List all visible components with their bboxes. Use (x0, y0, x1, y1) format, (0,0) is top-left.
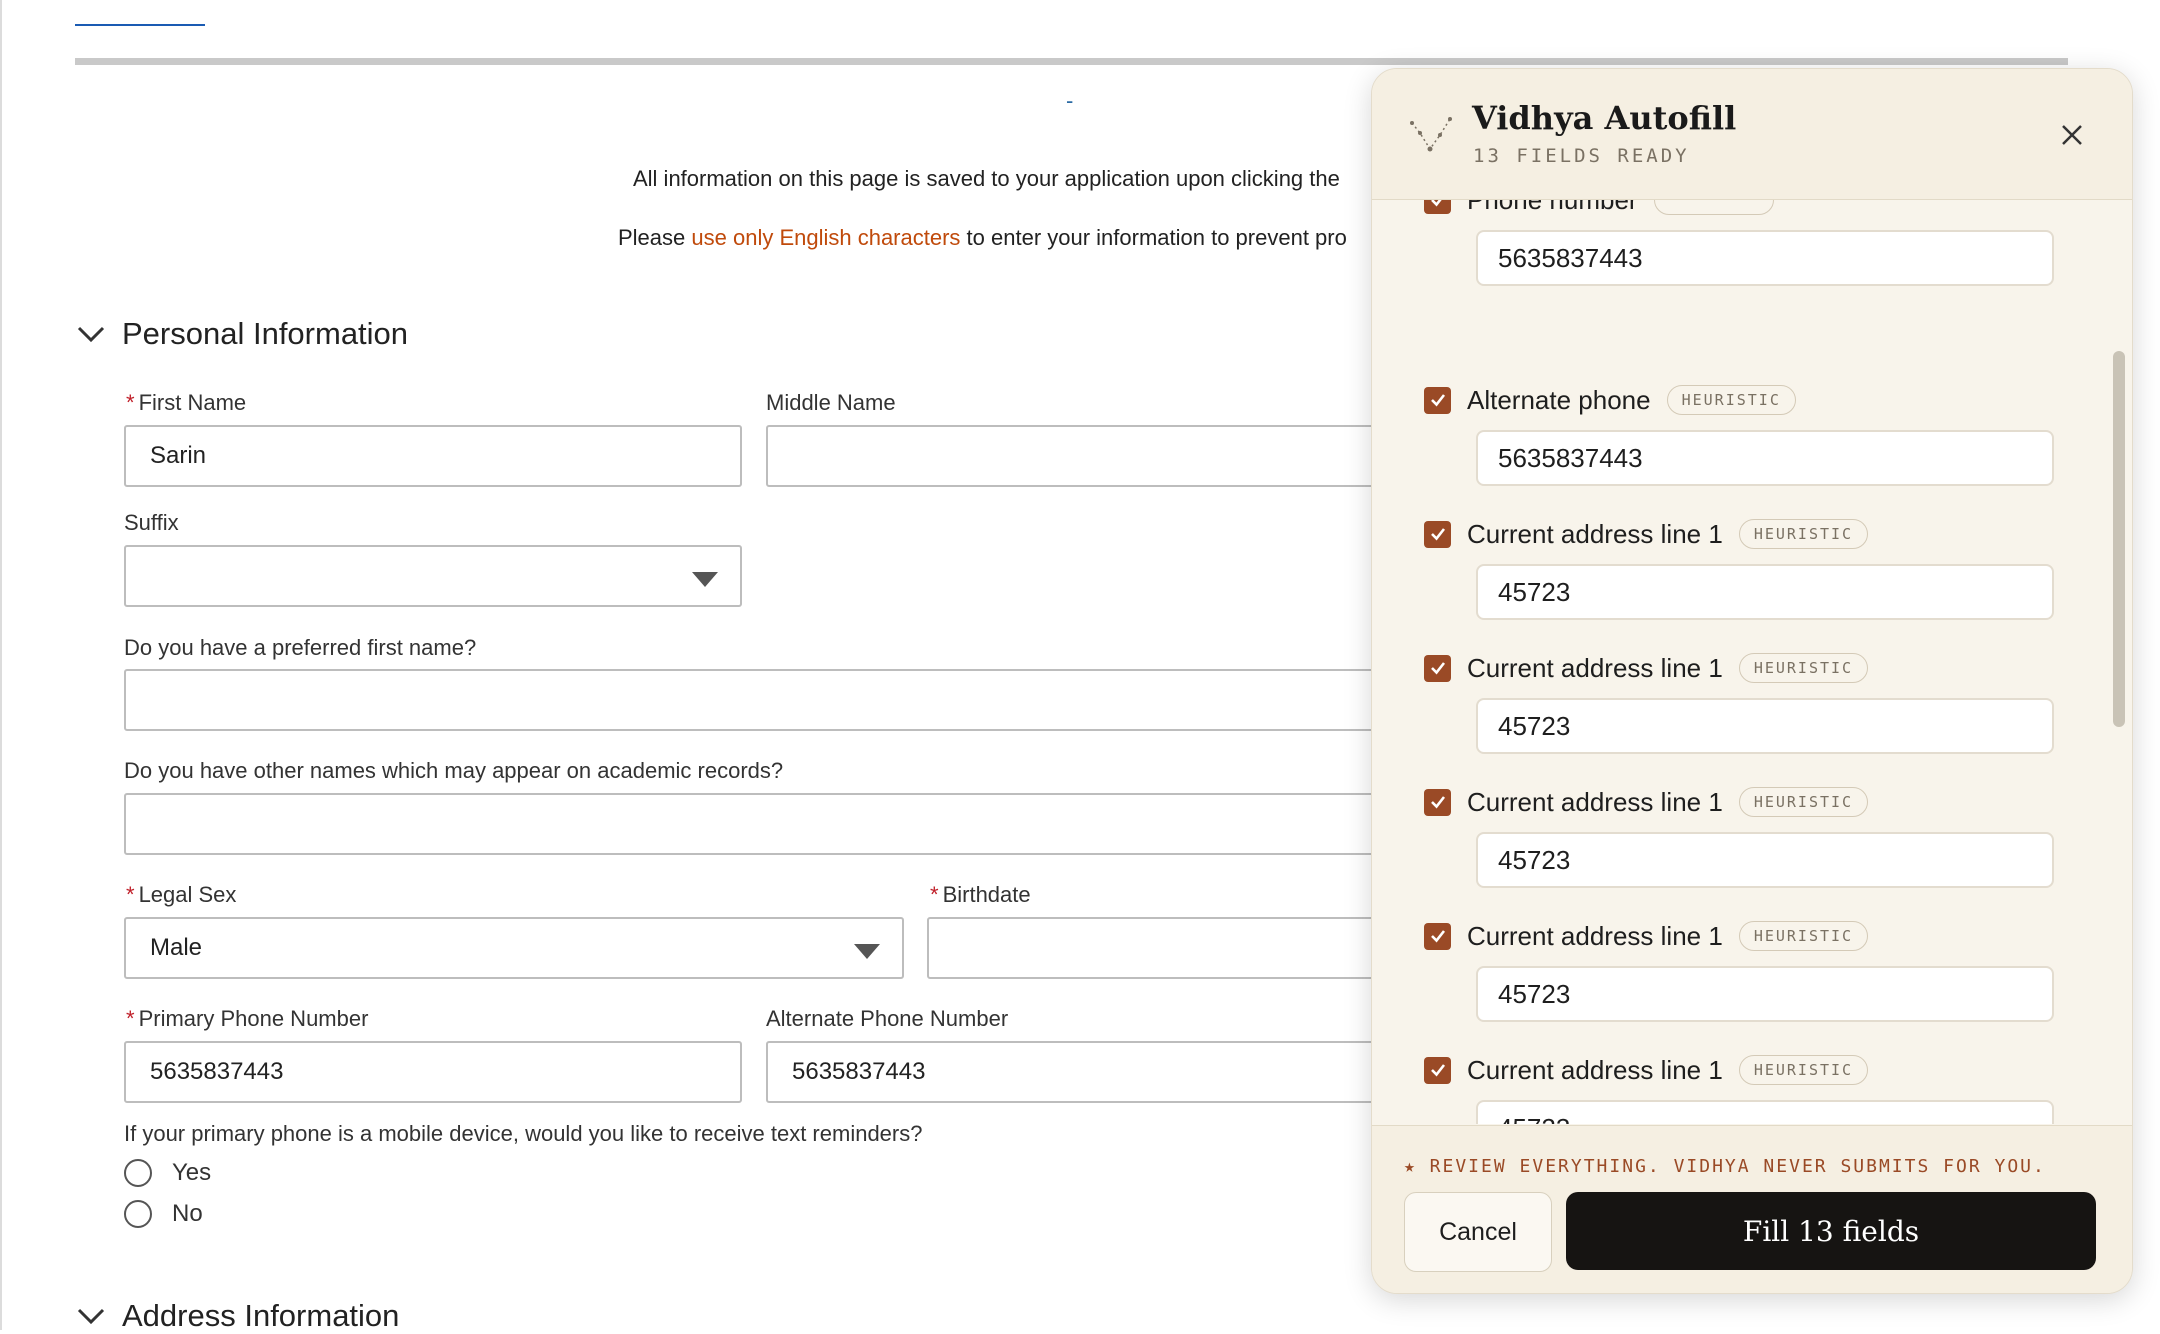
chevron-down-icon (76, 319, 106, 349)
source-badge: HEURISTIC (1738, 787, 1869, 817)
legal-sex-label: * Legal Sex (126, 882, 237, 907)
english-characters-link[interactable]: use only English characters (691, 225, 960, 250)
panel-header: Vidhya Autofill 13 FIELDS READY (1372, 69, 2132, 200)
field-label: Current address line 1 (1467, 920, 1723, 951)
source-badge: HEURISTIC (1738, 1055, 1869, 1085)
panel-scrollbar-thumb[interactable] (2113, 351, 2125, 727)
first-name-label: * First Name (126, 390, 247, 415)
first-name-input[interactable]: Sarin (124, 425, 742, 487)
radio-button[interactable] (124, 1200, 152, 1228)
address-information-header[interactable]: Address Information (76, 1298, 399, 1334)
field-value-input[interactable]: 45723 (1476, 966, 2054, 1022)
close-icon[interactable] (2054, 117, 2090, 153)
source-badge: HEURISTIC (1738, 921, 1869, 951)
source-badge: HEURISTIC (1738, 519, 1869, 549)
preferred-name-input[interactable] (124, 669, 1386, 731)
field-label: Alternate phone (1467, 384, 1651, 415)
cancel-button[interactable]: Cancel (1404, 1192, 1552, 1272)
field-value-input[interactable]: 45723 (1476, 832, 2054, 888)
field-value-input[interactable]: 5635837443 (1476, 430, 2054, 486)
checkbox[interactable] (1424, 386, 1451, 414)
middle-name-label: Middle Name (766, 390, 896, 415)
field-value-input[interactable]: 45723 (1476, 564, 2054, 620)
field-label: Phone number (1467, 200, 1638, 216)
suffix-label: Suffix (124, 510, 179, 535)
source-badge: HEURISTIC (1738, 653, 1869, 683)
panel-footer: ★ REVIEW EVERYTHING. VIDHYA NEVER SUBMIT… (1372, 1125, 2132, 1293)
text-reminders-yes[interactable]: Yes (124, 1159, 211, 1187)
alternate-phone-input[interactable]: 5635837443 (766, 1041, 1386, 1103)
field-label: Current address line 1 (1467, 786, 1723, 817)
radio-button[interactable] (124, 1159, 152, 1187)
checkbox[interactable] (1424, 654, 1451, 682)
section-title: Personal Information (122, 316, 409, 351)
dropdown-arrow-icon (692, 572, 718, 587)
text-reminders-no[interactable]: No (124, 1200, 203, 1228)
other-names-input[interactable] (124, 793, 1386, 855)
birthdate-label: * Birthdate (930, 882, 1031, 907)
field-label: Current address line 1 (1467, 518, 1723, 549)
dropdown-arrow-icon (854, 944, 880, 959)
field-value-input[interactable]: 45723 (1476, 698, 2054, 754)
other-names-label: Do you have other names which may appear… (124, 758, 784, 783)
source-badge: HEURISTIC (1666, 385, 1796, 415)
autofill-field-list[interactable]: Phone number 5635837443 Alternate phone … (1372, 200, 2102, 1124)
field-label: Current address line 1 (1467, 1054, 1723, 1085)
preferred-name-label: Do you have a preferred first name? (124, 635, 477, 660)
chevron-down-icon (76, 1301, 106, 1331)
save-info-text: All information on this page is saved to… (633, 166, 1340, 191)
active-tab-indicator (75, 24, 205, 26)
panel-title: Vidhya Autofill (1472, 99, 1737, 137)
fields-ready-count: 13 FIELDS READY (1473, 145, 1690, 167)
field-label: Current address line 1 (1467, 652, 1723, 683)
checkbox[interactable] (1424, 200, 1451, 214)
section-title: Address Information (122, 1298, 400, 1333)
field-value-input[interactable]: 45723 (1476, 1100, 2054, 1124)
alternate-phone-label: Alternate Phone Number (766, 1006, 1009, 1031)
primary-phone-label: * Primary Phone Number (126, 1006, 369, 1031)
legal-sex-select[interactable]: Male (124, 917, 904, 979)
review-warning: ★ REVIEW EVERYTHING. VIDHYA NEVER SUBMIT… (1404, 1156, 2046, 1177)
checkbox[interactable] (1424, 520, 1451, 548)
personal-information-header[interactable]: Personal Information (76, 316, 408, 352)
source-badge (1653, 200, 1774, 215)
primary-phone-input[interactable]: 5635837443 (124, 1041, 742, 1103)
text-reminders-question: If your primary phone is a mobile device… (124, 1121, 923, 1146)
checkbox[interactable] (1424, 788, 1451, 816)
checkbox[interactable] (1424, 922, 1451, 950)
field-value-input[interactable]: 5635837443 (1476, 230, 2054, 286)
autofill-panel: Vidhya Autofill 13 FIELDS READY Phone nu… (1371, 68, 2133, 1294)
vidhya-logo-icon (1408, 113, 1454, 159)
fill-fields-button[interactable]: Fill 13 fields (1566, 1192, 2096, 1270)
checkbox[interactable] (1424, 1056, 1451, 1084)
birthdate-input[interactable] (927, 917, 1387, 979)
english-characters-notice: Please use only English characters to en… (618, 225, 1347, 250)
step-marker: - (1066, 88, 1074, 113)
middle-name-input[interactable] (766, 425, 1386, 487)
suffix-select[interactable] (124, 545, 742, 607)
progress-bar (75, 58, 2068, 65)
